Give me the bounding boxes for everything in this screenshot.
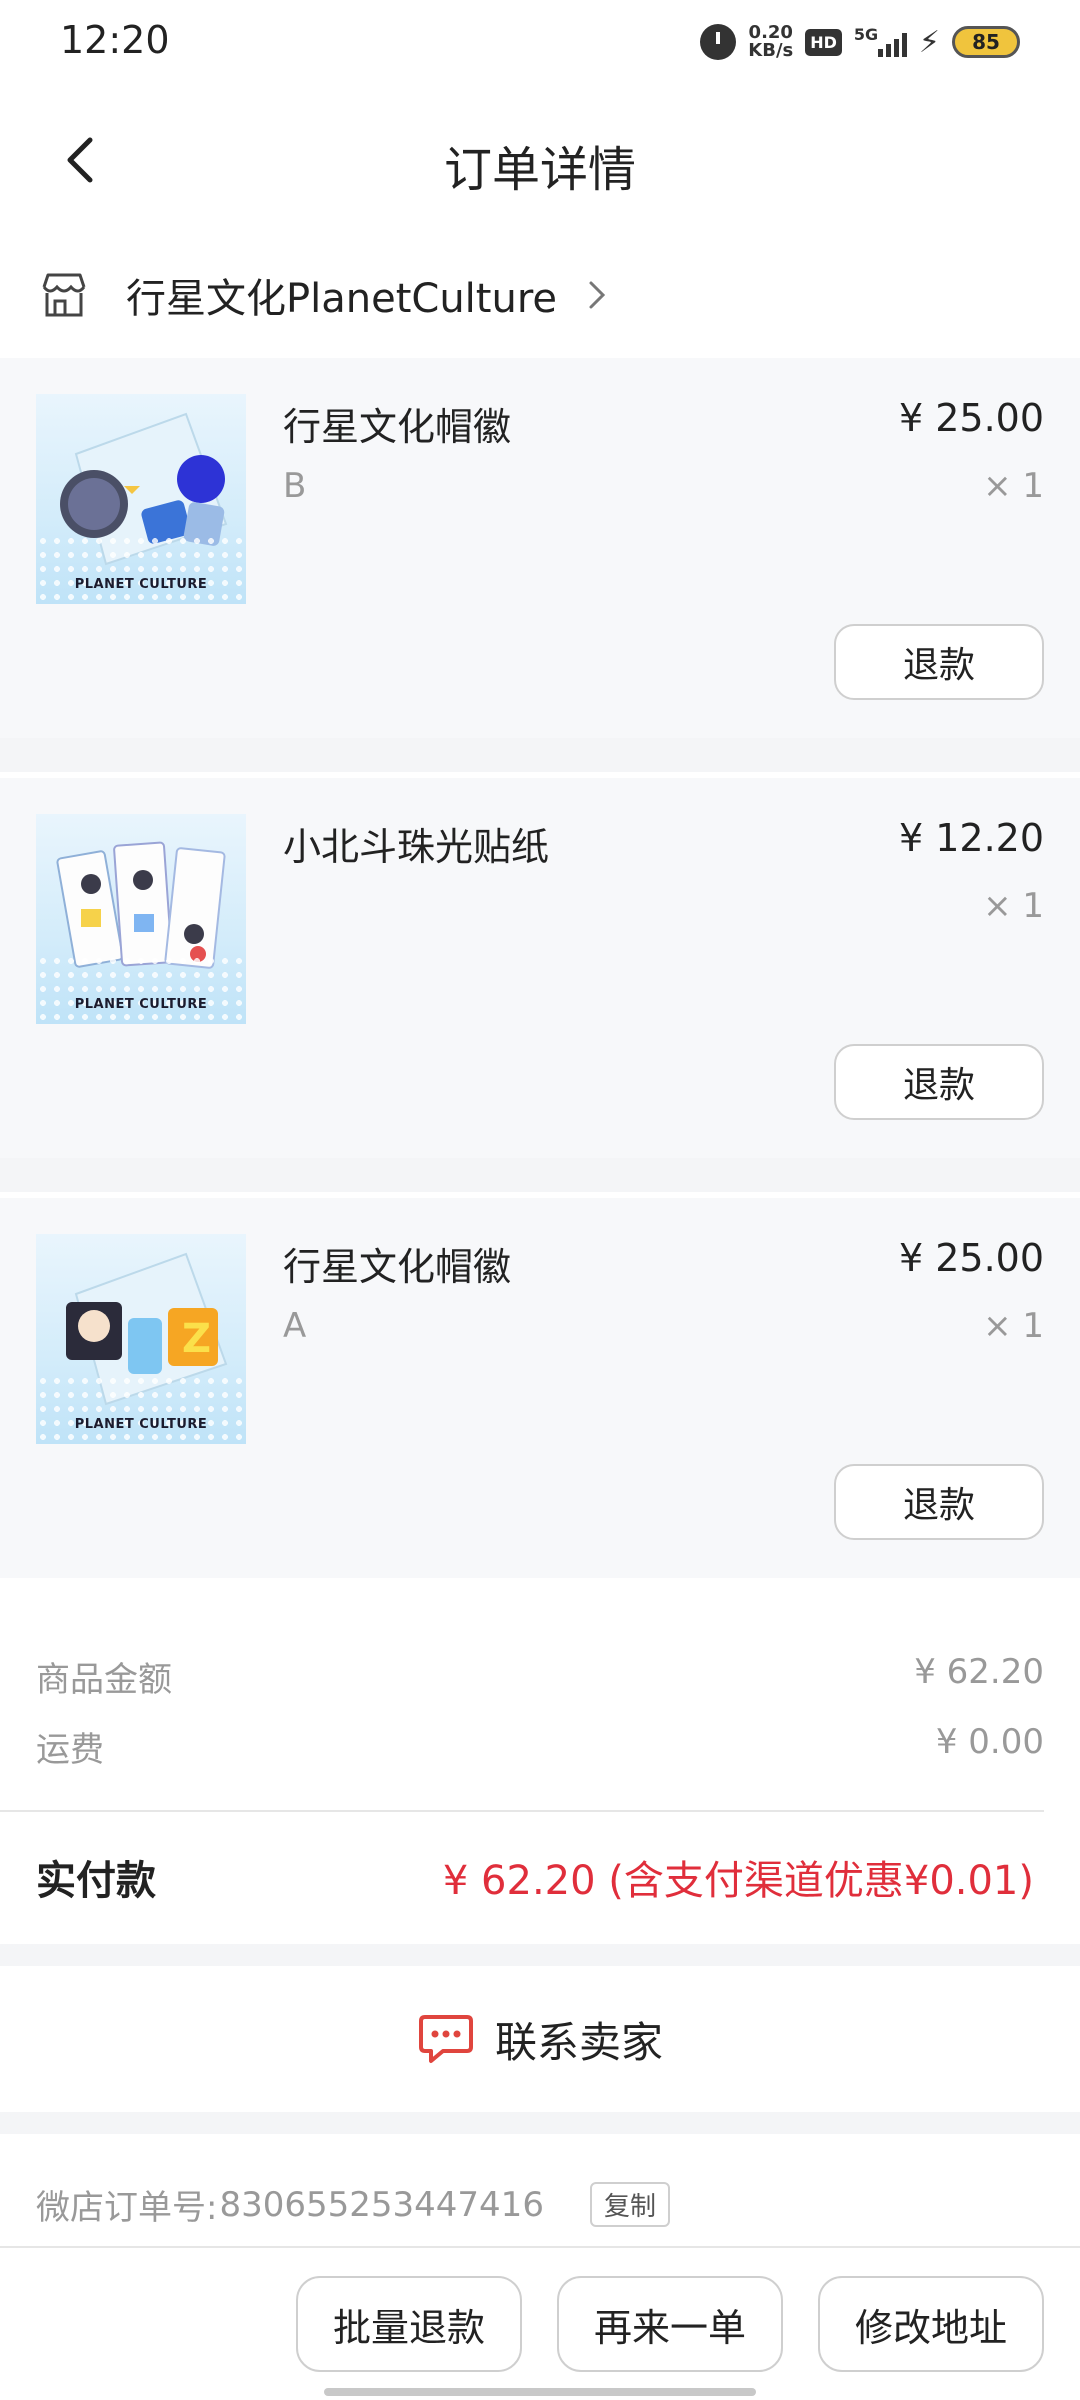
item-quantity: × 1 [983,466,1044,506]
item-variant: B [283,466,307,506]
order-item: Z PLANET CULTURE 行星文化帽徽 A ¥ 25.00 × 1 退款 [0,1198,1080,1578]
item-name[interactable]: 行星文化帽徽 [283,396,511,451]
chat-bubble-icon [418,2015,473,2063]
header: 订单详情 [0,100,1080,220]
item-quantity: × 1 [983,886,1044,926]
home-indicator[interactable] [324,2388,756,2396]
refund-button[interactable]: 退款 [834,1464,1044,1540]
goods-amount-label: 商品金额 [36,1660,172,1700]
product-thumbnail[interactable]: PLANET CULTURE [36,814,246,1024]
section-gap [0,738,1080,772]
contact-seller-label: 联系卖家 [494,2017,663,2067]
item-variant: A [283,1306,307,1346]
item-name[interactable]: 行星文化帽徽 [283,1236,511,1291]
store-icon [42,273,86,317]
chevron-right-icon [589,281,606,309]
network-type-label: 5G [853,25,879,44]
alarm-clock-icon [700,24,737,60]
hd-icon: HD [805,28,842,56]
item-quantity: × 1 [983,1306,1044,1346]
shipping-label: 运费 [36,1730,104,1770]
order-item: PLANET CULTURE 小北斗珠光贴纸 ¥ 12.20 × 1 退款 [0,778,1080,1158]
battery-icon: 85 [952,26,1020,58]
section-gap [0,1158,1080,1192]
battery-level: 85 [972,30,1000,54]
status-time: 12:20 [60,18,170,62]
product-thumbnail[interactable]: PLANET CULTURE [36,394,246,604]
signal-icon: 5G [853,25,907,57]
order-number-row: 微店订单号: 830655253447416 复制 [36,2180,670,2229]
charging-bolt-icon: ⚡ [918,24,940,60]
refund-button[interactable]: 退款 [834,624,1044,700]
contact-seller-button[interactable]: 联系卖家 [0,1966,1080,2112]
shipping-value: ¥ 0.00 [935,1722,1044,1762]
bottom-action-bar: 批量退款 再来一单 修改地址 [0,2246,1080,2400]
svg-text:Z: Z [182,1316,211,1362]
network-speed: 0.20 KB/s [748,24,793,60]
section-gap [0,1944,1080,1966]
section-gap [0,2112,1080,2134]
shipping-row: 运费 ¥ 0.00 [36,1722,1044,1771]
thumbnail-brand-text: PLANET CULTURE [74,997,208,1012]
amount-paid-label: 实付款 [36,1858,156,1904]
reorder-button[interactable]: 再来一单 [557,2276,783,2372]
product-thumbnail[interactable]: Z PLANET CULTURE [36,1234,246,1444]
store-row[interactable]: 行星文化PlanetCulture [0,240,1080,350]
batch-refund-button[interactable]: 批量退款 [296,2276,522,2372]
status-icons: 0.20 KB/s HD 5G ⚡ 85 [700,20,1020,64]
item-price: ¥ 25.00 [898,396,1044,440]
page-title: 订单详情 [443,142,636,198]
order-item: PLANET CULTURE 行星文化帽徽 B ¥ 25.00 × 1 退款 [0,358,1080,738]
summary-divider [0,1810,1044,1812]
copy-order-number-button[interactable]: 复制 [589,2182,670,2227]
amount-paid-value: ¥ 62.20 (含支付渠道优惠¥0.01) [442,1858,1034,1904]
goods-amount-row: 商品金额 ¥ 62.20 [36,1652,1044,1701]
refund-button[interactable]: 退款 [834,1044,1044,1120]
store-name[interactable]: 行星文化PlanetCulture [126,266,557,324]
order-summary: 商品金额 ¥ 62.20 运费 ¥ 0.00 实付款 ¥ 62.20 (含支付渠… [0,1580,1080,1940]
status-bar: 12:20 0.20 KB/s HD 5G ⚡ 85 [0,0,1080,80]
item-price: ¥ 12.20 [898,816,1044,860]
goods-amount-value: ¥ 62.20 [914,1652,1044,1692]
item-name[interactable]: 小北斗珠光贴纸 [283,816,549,871]
network-speed-unit: KB/s [748,40,794,61]
thumbnail-brand-text: PLANET CULTURE [74,1417,208,1432]
edit-address-button[interactable]: 修改地址 [818,2276,1044,2372]
thumbnail-brand-text: PLANET CULTURE [74,577,208,592]
order-number-label: 微店订单号: [36,2188,218,2228]
order-number-value: 830655253447416 [219,2184,544,2225]
item-price: ¥ 25.00 [898,1236,1044,1280]
